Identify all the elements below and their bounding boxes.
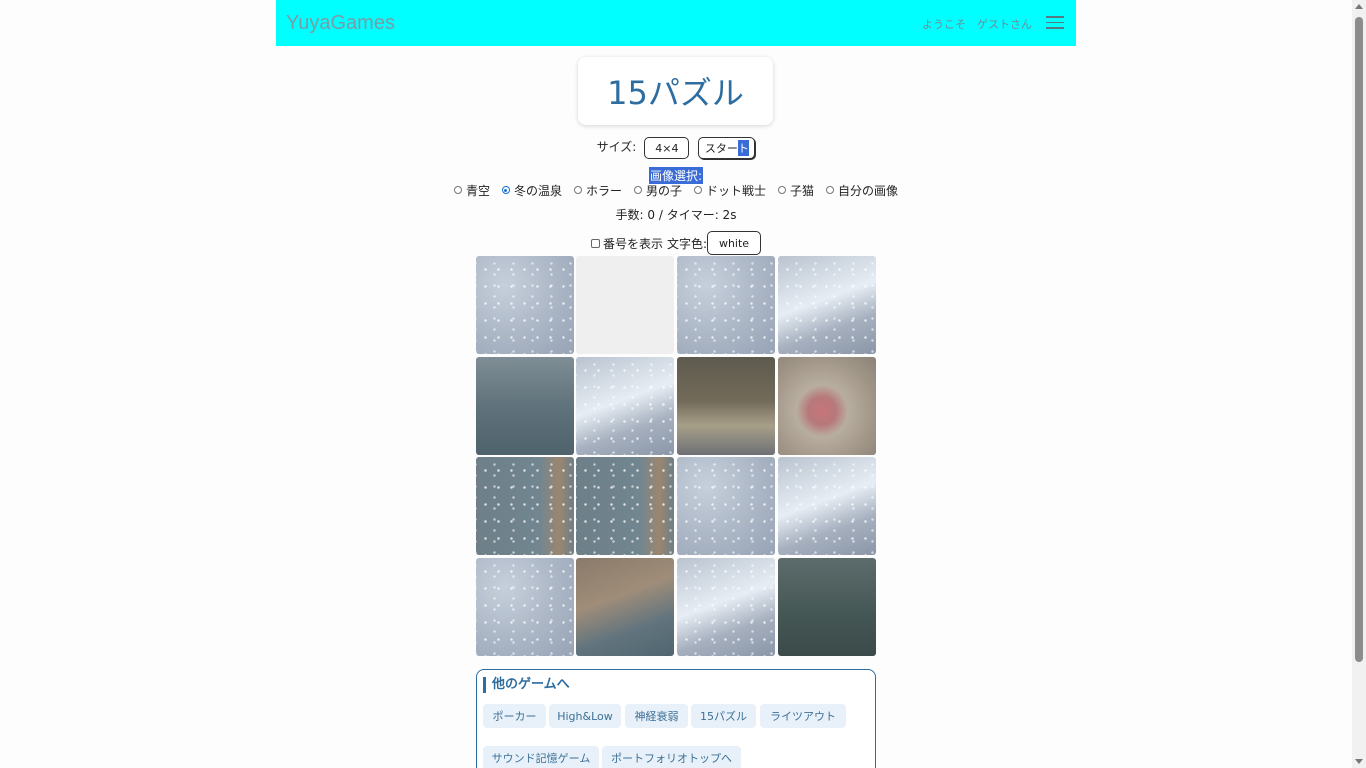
scrollbar[interactable]: [1352, 0, 1366, 768]
link-sound-memory[interactable]: サウンド記憶ゲーム: [483, 746, 599, 768]
radio-icon[interactable]: [633, 186, 642, 194]
text-color-label: 文字色:: [666, 236, 708, 251]
link-poker[interactable]: ポーカー: [483, 704, 546, 728]
puzzle-tile[interactable]: [677, 558, 775, 656]
link-15-puzzle[interactable]: 15パズル: [691, 704, 756, 728]
puzzle-tile[interactable]: [677, 256, 775, 354]
size-row: サイズ: 4×4 スタート: [0, 136, 1352, 160]
puzzle-tile[interactable]: [677, 357, 775, 455]
hamburger-icon[interactable]: [1046, 16, 1064, 29]
puzzle-tile[interactable]: [778, 457, 876, 555]
radio-label: 子猫: [790, 183, 815, 198]
puzzle-tile[interactable]: [778, 256, 876, 354]
radio-icon[interactable]: [694, 186, 702, 194]
puzzle-tile[interactable]: [677, 457, 775, 555]
start-button[interactable]: スタート: [698, 137, 756, 159]
other-games-title: 他のゲームへ: [483, 677, 570, 693]
radio-option-own-image[interactable]: 自分の画像: [826, 182, 898, 199]
puzzle-tile[interactable]: [576, 558, 674, 656]
radio-icon[interactable]: [778, 186, 787, 194]
link-memory[interactable]: 神経衰弱: [625, 704, 688, 728]
puzzle-tile[interactable]: [576, 457, 674, 555]
radio-option-kitten[interactable]: 子猫: [778, 182, 814, 199]
other-games-panel: 他のゲームへ ポーカー High&Low 神経衰弱 15パズル ライツアウト サ…: [476, 669, 876, 768]
radio-icon[interactable]: [453, 186, 462, 194]
size-label: サイズ:: [596, 139, 637, 154]
radio-label: ドット戦士: [706, 183, 767, 198]
radio-option-boy[interactable]: 男の子: [633, 182, 682, 199]
welcome-text: ようこそ ゲストさん: [922, 18, 1032, 31]
text-color-input[interactable]: white: [707, 231, 762, 255]
radio-icon[interactable]: [573, 186, 582, 194]
start-label-selected: ト: [737, 140, 749, 156]
scroll-up-icon[interactable]: [1355, 4, 1363, 9]
radio-option-winter-onsen[interactable]: 冬の温泉: [501, 182, 562, 199]
move-timer-status: 手数: 0 / タイマー: 2s: [615, 207, 737, 222]
link-lights-out[interactable]: ライツアウト: [760, 704, 846, 728]
radio-icon[interactable]: [826, 186, 835, 194]
show-numbers-checkbox[interactable]: [590, 238, 600, 248]
brand-logo[interactable]: YuyaGames: [286, 12, 395, 35]
empty-slot: [576, 256, 674, 354]
scroll-down-icon[interactable]: [1355, 759, 1363, 764]
puzzle-tile[interactable]: [476, 357, 574, 455]
radio-option-sky[interactable]: 青空: [453, 182, 490, 199]
start-label: スター: [704, 142, 738, 155]
radio-option-horror[interactable]: ホラー: [573, 182, 622, 199]
page-title: 15パズル: [607, 74, 744, 112]
image-options: 青空 冬の温泉 ホラー 男の子 ドット戦士 子猫 自分の画像: [0, 182, 1352, 198]
scrollbar-thumb[interactable]: [1355, 17, 1363, 662]
radio-label: 自分の画像: [838, 183, 899, 198]
radio-label: ホラー: [585, 183, 622, 198]
link-high-low[interactable]: High&Low: [549, 704, 621, 728]
puzzle-tile[interactable]: [476, 457, 574, 555]
puzzle-tile[interactable]: [476, 256, 574, 354]
puzzle-tile[interactable]: [576, 357, 674, 455]
puzzle-board: [476, 256, 876, 656]
puzzle-tile[interactable]: [476, 558, 574, 656]
display-options: 番号を表示 文字色: white: [0, 231, 1352, 255]
puzzle-tile[interactable]: [778, 558, 876, 656]
title-card: 15パズル: [578, 57, 773, 125]
navbar: YuyaGames ようこそ ゲストさん: [276, 0, 1076, 46]
puzzle-tile[interactable]: [778, 357, 876, 455]
link-portfolio-top[interactable]: ポートフォリオトップへ: [602, 746, 741, 768]
radio-label: 冬の温泉: [513, 183, 562, 198]
radio-label: 男の子: [645, 183, 682, 198]
show-numbers-label: 番号を表示: [602, 236, 663, 251]
radio-icon[interactable]: [501, 186, 510, 194]
radio-option-dot-warrior[interactable]: ドット戦士: [694, 182, 766, 199]
size-select[interactable]: 4×4: [644, 137, 690, 159]
status-row: 手数: 0 / タイマー: 2s: [0, 206, 1352, 222]
radio-label: 青空: [465, 183, 490, 198]
